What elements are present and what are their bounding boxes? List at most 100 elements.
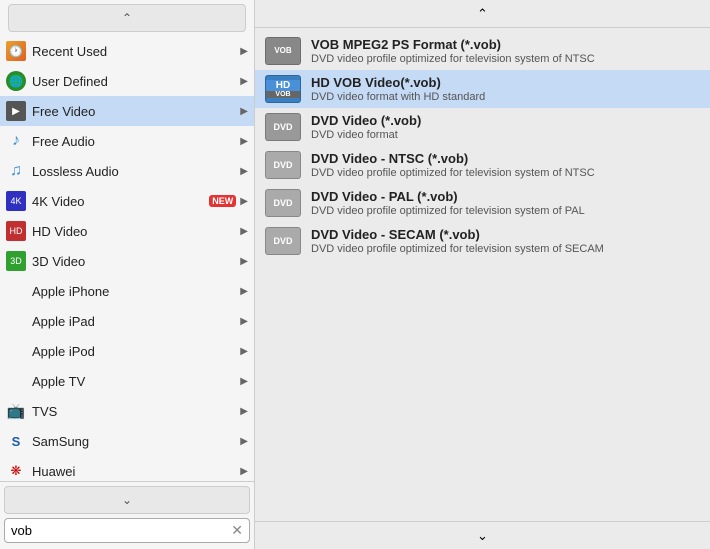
format-name: HD VOB Video(*.vob) (311, 75, 485, 90)
left-item-label: User Defined (32, 74, 236, 89)
submenu-arrow-icon: ▶ (240, 436, 248, 447)
scroll-down-button[interactable]: ⌄ (4, 486, 250, 514)
left-item-label: HD Video (32, 224, 236, 239)
left-item-3d-video[interactable]: 3D 3D Video ▶ (0, 246, 254, 276)
apple-icon (6, 371, 26, 391)
left-item-label: SamSung (32, 434, 236, 449)
huawei-icon: ❋ (6, 461, 26, 481)
chevron-up-icon: ⌃ (122, 11, 132, 25)
submenu-arrow-icon: ▶ (240, 286, 248, 297)
chevron-down-icon: ⌄ (122, 493, 132, 507)
submenu-arrow-icon: ▶ (240, 196, 248, 207)
format-info: DVD Video - SECAM (*.vob)DVD video profi… (311, 227, 604, 255)
format-list: VOBVOB MPEG2 PS Format (*.vob)DVD video … (255, 28, 710, 521)
right-chevron-up-icon: ⌃ (477, 6, 488, 22)
left-item-apple-ipad[interactable]: Apple iPad▶ (0, 306, 254, 336)
format-icon-dvd-pal: DVD (265, 189, 301, 217)
submenu-arrow-icon: ▶ (240, 466, 248, 477)
left-item-label: 3D Video (32, 254, 236, 269)
apple-icon (6, 311, 26, 331)
left-item-huawei[interactable]: ❋ Huawei ▶ (0, 456, 254, 481)
left-item-label: Free Audio (32, 134, 236, 149)
right-scroll-bottom[interactable]: ⌄ (255, 521, 710, 549)
recent-icon: 🕐 (6, 41, 26, 61)
format-desc: DVD video profile optimized for televisi… (311, 243, 604, 255)
left-item-apple-tv[interactable]: Apple TV ▶ (0, 366, 254, 396)
format-name: VOB MPEG2 PS Format (*.vob) (311, 37, 595, 52)
left-item-tvs[interactable]: 📺 TVS ▶ (0, 396, 254, 426)
submenu-arrow-icon: ▶ (240, 406, 248, 417)
format-icon-hd-vob: HDVOB (265, 75, 301, 103)
format-name: DVD Video (*.vob) (311, 113, 421, 128)
left-item-apple-iphone[interactable]: Apple iPhone ▶ (0, 276, 254, 306)
search-input[interactable] (11, 523, 231, 538)
left-item-lossless-audio[interactable]: ♫Lossless Audio▶ (0, 156, 254, 186)
format-info: HD VOB Video(*.vob)DVD video format with… (311, 75, 485, 103)
left-item-apple-ipod[interactable]: Apple iPod ▶ (0, 336, 254, 366)
format-name: DVD Video - PAL (*.vob) (311, 189, 585, 204)
submenu-arrow-icon: ▶ (240, 106, 248, 117)
left-item-4k-video[interactable]: 4K4K VideoNEW▶ (0, 186, 254, 216)
left-item-label: 4K Video (32, 194, 205, 209)
right-scroll-top[interactable]: ⌃ (255, 0, 710, 28)
format-item-hd-vob[interactable]: HDVOB HD VOB Video(*.vob)DVD video format… (255, 70, 710, 108)
format-item-dvd-ntsc[interactable]: DVD DVD Video - NTSC (*.vob)DVD video pro… (255, 146, 710, 184)
format-item-vob-mpeg2[interactable]: VOB VOB MPEG2 PS Format (*.vob)DVD video … (255, 32, 710, 70)
left-item-recent-used[interactable]: 🕐 Recent Used ▶ (0, 36, 254, 66)
submenu-arrow-icon: ▶ (240, 226, 248, 237)
left-item-user-defined[interactable]: 🌐User Defined▶ (0, 66, 254, 96)
format-icon-vob-mpeg2: VOB (265, 37, 301, 65)
format-item-dvd-video[interactable]: DVD DVD Video (*.vob)DVD video format (255, 108, 710, 146)
tvs-icon: 📺 (6, 401, 26, 421)
left-item-free-audio[interactable]: ♪ Free Audio ▶ (0, 126, 254, 156)
left-item-label: Lossless Audio (32, 164, 236, 179)
left-item-label: Huawei (32, 464, 236, 479)
submenu-arrow-icon: ▶ (240, 256, 248, 267)
format-name: DVD Video - NTSC (*.vob) (311, 151, 595, 166)
free-audio-icon: ♪ (6, 131, 26, 151)
3d-icon: 3D (6, 251, 26, 271)
left-item-label: Apple iPod (32, 344, 236, 359)
free-video-icon: ▶ (6, 101, 26, 121)
left-panel: ⌃ 🕐Recent Used▶🌐User Defined▶▶Free Video… (0, 0, 255, 549)
search-bar: ✕ (4, 518, 250, 543)
format-info: DVD Video - PAL (*.vob)DVD video profile… (311, 189, 585, 217)
4k-icon: 4K (6, 191, 26, 211)
left-item-label: Apple TV (32, 374, 236, 389)
left-item-label: Apple iPad (32, 314, 236, 329)
format-name: DVD Video - SECAM (*.vob) (311, 227, 604, 242)
format-desc: DVD video format with HD standard (311, 91, 485, 103)
format-item-dvd-pal[interactable]: DVD DVD Video - PAL (*.vob)DVD video prof… (255, 184, 710, 222)
bottom-section: ⌄ ✕ (0, 481, 254, 549)
format-icon-dvd-ntsc: DVD (265, 151, 301, 179)
left-item-label: Recent Used (32, 44, 236, 59)
clear-search-icon[interactable]: ✕ (231, 522, 243, 539)
format-desc: DVD video profile optimized for televisi… (311, 167, 595, 179)
submenu-arrow-icon: ▶ (240, 136, 248, 147)
samsung-icon: S (6, 431, 26, 451)
format-item-dvd-secam[interactable]: DVD DVD Video - SECAM (*.vob)DVD video pr… (255, 222, 710, 260)
submenu-arrow-icon: ▶ (240, 346, 248, 357)
left-item-free-video[interactable]: ▶ Free Video ▶ (0, 96, 254, 126)
submenu-arrow-icon: ▶ (240, 46, 248, 57)
format-desc: DVD video profile optimized for televisi… (311, 53, 595, 65)
submenu-arrow-icon: ▶ (240, 376, 248, 387)
format-icon-dvd-video: DVD (265, 113, 301, 141)
format-info: DVD Video - NTSC (*.vob)DVD video profil… (311, 151, 595, 179)
left-item-label: Apple iPhone (32, 284, 236, 299)
left-item-hd-video[interactable]: HDHD Video▶ (0, 216, 254, 246)
format-icon-dvd-secam: DVD (265, 227, 301, 255)
right-panel: ⌃ VOBVOB MPEG2 PS Format (*.vob)DVD vide… (255, 0, 710, 549)
right-chevron-down-icon: ⌄ (477, 528, 488, 544)
format-info: DVD Video (*.vob)DVD video format (311, 113, 421, 141)
left-item-label: TVS (32, 404, 236, 419)
left-item-label: Free Video (32, 104, 236, 119)
format-info: VOB MPEG2 PS Format (*.vob)DVD video pro… (311, 37, 595, 65)
format-desc: DVD video format (311, 129, 421, 141)
category-list: 🕐Recent Used▶🌐User Defined▶▶Free Video▶♪… (0, 36, 254, 481)
scroll-up-button[interactable]: ⌃ (8, 4, 246, 32)
left-item-samsung[interactable]: S SamSung ▶ (0, 426, 254, 456)
submenu-arrow-icon: ▶ (240, 76, 248, 87)
apple-icon (6, 341, 26, 361)
apple-icon (6, 281, 26, 301)
